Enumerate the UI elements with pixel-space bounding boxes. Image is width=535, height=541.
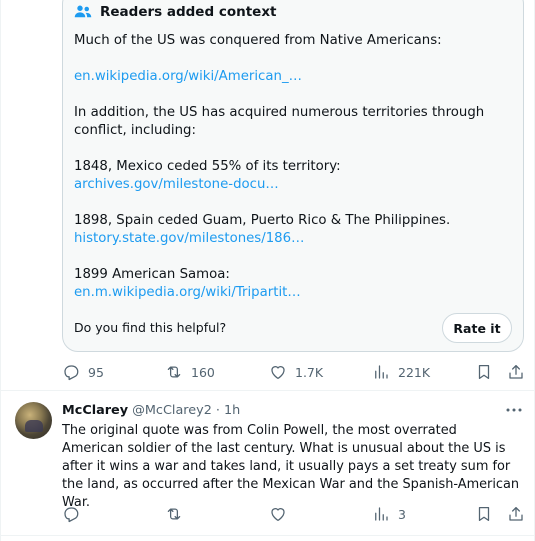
bookmark-action[interactable] <box>475 505 493 523</box>
context-body: Much of the US was conquered from Native… <box>74 32 514 320</box>
repost-icon <box>167 508 181 520</box>
reply-icon <box>64 507 79 523</box>
repost-action[interactable]: 160 <box>165 363 215 381</box>
heart-icon <box>271 508 285 522</box>
reply-action[interactable]: 95 <box>62 363 104 381</box>
reply-time[interactable]: 1h <box>224 403 240 418</box>
rate-it-button[interactable]: Rate it <box>442 313 512 343</box>
bookmark-icon <box>478 506 490 522</box>
helpful-question: Do you find this helpful? <box>74 320 227 335</box>
reply-dot: · <box>215 403 220 418</box>
reply-text: The original quote was from Colin Powell… <box>62 423 520 510</box>
context-link-wikipedia-tripartite[interactable]: en.m.wikipedia.org/wiki/Tripartit… <box>74 284 514 302</box>
heart-icon <box>271 366 285 380</box>
reply-header: McClarey @McClarey2 · 1h <box>62 403 240 418</box>
share-icon <box>509 506 523 521</box>
main-tweet-actions: 95 160 1.7K 221K <box>62 363 530 387</box>
reply-action[interactable] <box>62 505 88 523</box>
reply-author-handle[interactable]: @McClarey2 <box>132 403 212 418</box>
context-link-history-state[interactable]: history.state.gov/milestones/186… <box>74 230 514 248</box>
like-action[interactable] <box>269 505 295 523</box>
repost-count: 160 <box>191 364 215 380</box>
tweet-separator <box>0 390 535 391</box>
repost-action[interactable] <box>165 505 191 523</box>
context-header: Readers added context <box>74 4 277 20</box>
avatar[interactable] <box>15 402 52 439</box>
context-link-archives[interactable]: archives.gov/milestone-docu… <box>74 176 514 194</box>
bookmark-icon <box>478 364 490 380</box>
reply-tweet-actions: 3 <box>62 505 530 529</box>
context-item-spain: 1898, Spain ceded Guam, Puerto Rico & Th… <box>74 213 451 228</box>
context-link-wikipedia-american[interactable]: en.wikipedia.org/wiki/American_… <box>74 68 514 86</box>
reply-icon <box>64 365 79 381</box>
views-icon <box>375 365 388 379</box>
views-count: 221K <box>398 364 431 380</box>
context-item-samoa: 1899 American Samoa: <box>74 267 230 282</box>
bottom-separator <box>0 535 535 536</box>
context-paragraph: In addition, the US has acquired numerou… <box>74 105 485 138</box>
timeline-column: Readers added context Much of the US was… <box>0 0 535 541</box>
bookmark-action[interactable] <box>475 363 493 381</box>
views-icon <box>375 507 388 521</box>
like-action[interactable]: 1.7K <box>269 363 323 381</box>
reply-count: 95 <box>88 364 104 380</box>
share-action[interactable] <box>507 363 525 381</box>
people-icon <box>74 4 92 20</box>
context-intro: Much of the US was conquered from Native… <box>74 33 442 48</box>
views-count: 3 <box>398 506 406 522</box>
readers-context-card: Readers added context Much of the US was… <box>62 0 524 352</box>
context-item-mexico: 1848, Mexico ceded 55% of its territory: <box>74 159 341 174</box>
context-title: Readers added context <box>100 4 277 20</box>
like-count: 1.7K <box>295 364 324 380</box>
views-action[interactable]: 3 <box>372 505 406 523</box>
share-icon <box>509 364 523 379</box>
share-action[interactable] <box>507 505 525 523</box>
reply-author-name[interactable]: McClarey <box>62 403 128 418</box>
repost-icon <box>167 366 181 378</box>
views-action[interactable]: 221K <box>372 363 430 381</box>
more-icon[interactable] <box>505 404 523 416</box>
column-left-border <box>0 0 1 541</box>
